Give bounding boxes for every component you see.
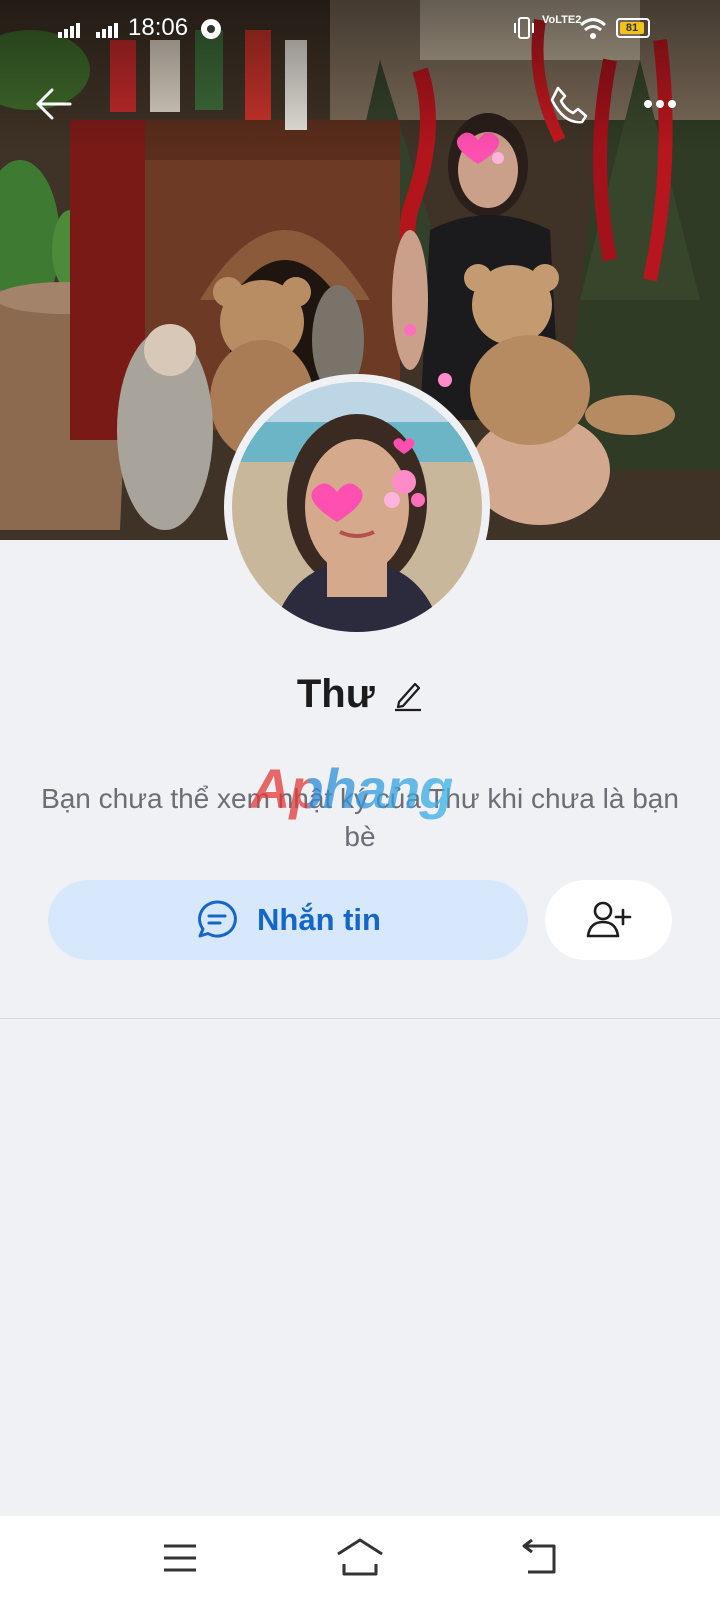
message-button-label: Nhắn tin — [257, 902, 381, 937]
avatar-photo — [232, 382, 482, 632]
wifi-icon — [580, 18, 606, 39]
battery-level: 81 — [620, 22, 644, 34]
call-button[interactable] — [538, 74, 598, 134]
home-icon — [337, 1538, 383, 1576]
profile-name: Thư — [296, 672, 375, 716]
more-button[interactable] — [630, 74, 690, 134]
add-user-icon — [586, 901, 631, 938]
add-friend-button[interactable] — [545, 880, 672, 960]
chrome-icon — [201, 19, 221, 39]
pencil-icon[interactable] — [393, 678, 423, 712]
system-back-button[interactable] — [510, 1534, 570, 1582]
volte-icon: VoLTE2 — [542, 14, 582, 26]
back-icon — [522, 1538, 556, 1574]
profile-name-row: Thư — [0, 672, 720, 717]
signal-icon — [96, 23, 118, 38]
avatar-photo-scene — [232, 382, 482, 632]
system-nav-bar — [0, 1516, 720, 1600]
menu-icon — [164, 1544, 196, 1572]
system-home-button[interactable] — [330, 1534, 390, 1582]
status-bar: 18:06 VoLTE2 81 — [0, 0, 720, 56]
message-button[interactable]: Nhắn tin — [48, 880, 528, 960]
section-divider — [0, 1018, 720, 1019]
avatar[interactable] — [224, 374, 490, 640]
chat-bubble-icon — [198, 900, 237, 938]
status-time: 18:06 — [128, 14, 189, 41]
watermark-logo: Aphang — [250, 757, 453, 820]
signal-icon — [58, 23, 80, 38]
arrow-left-icon — [36, 88, 72, 120]
vibrate-icon — [514, 17, 534, 39]
system-menu-button[interactable] — [150, 1534, 210, 1582]
more-horizontal-icon — [644, 100, 676, 108]
battery-icon: 81 — [616, 18, 650, 38]
phone-icon — [550, 86, 588, 124]
back-button[interactable] — [24, 74, 84, 134]
